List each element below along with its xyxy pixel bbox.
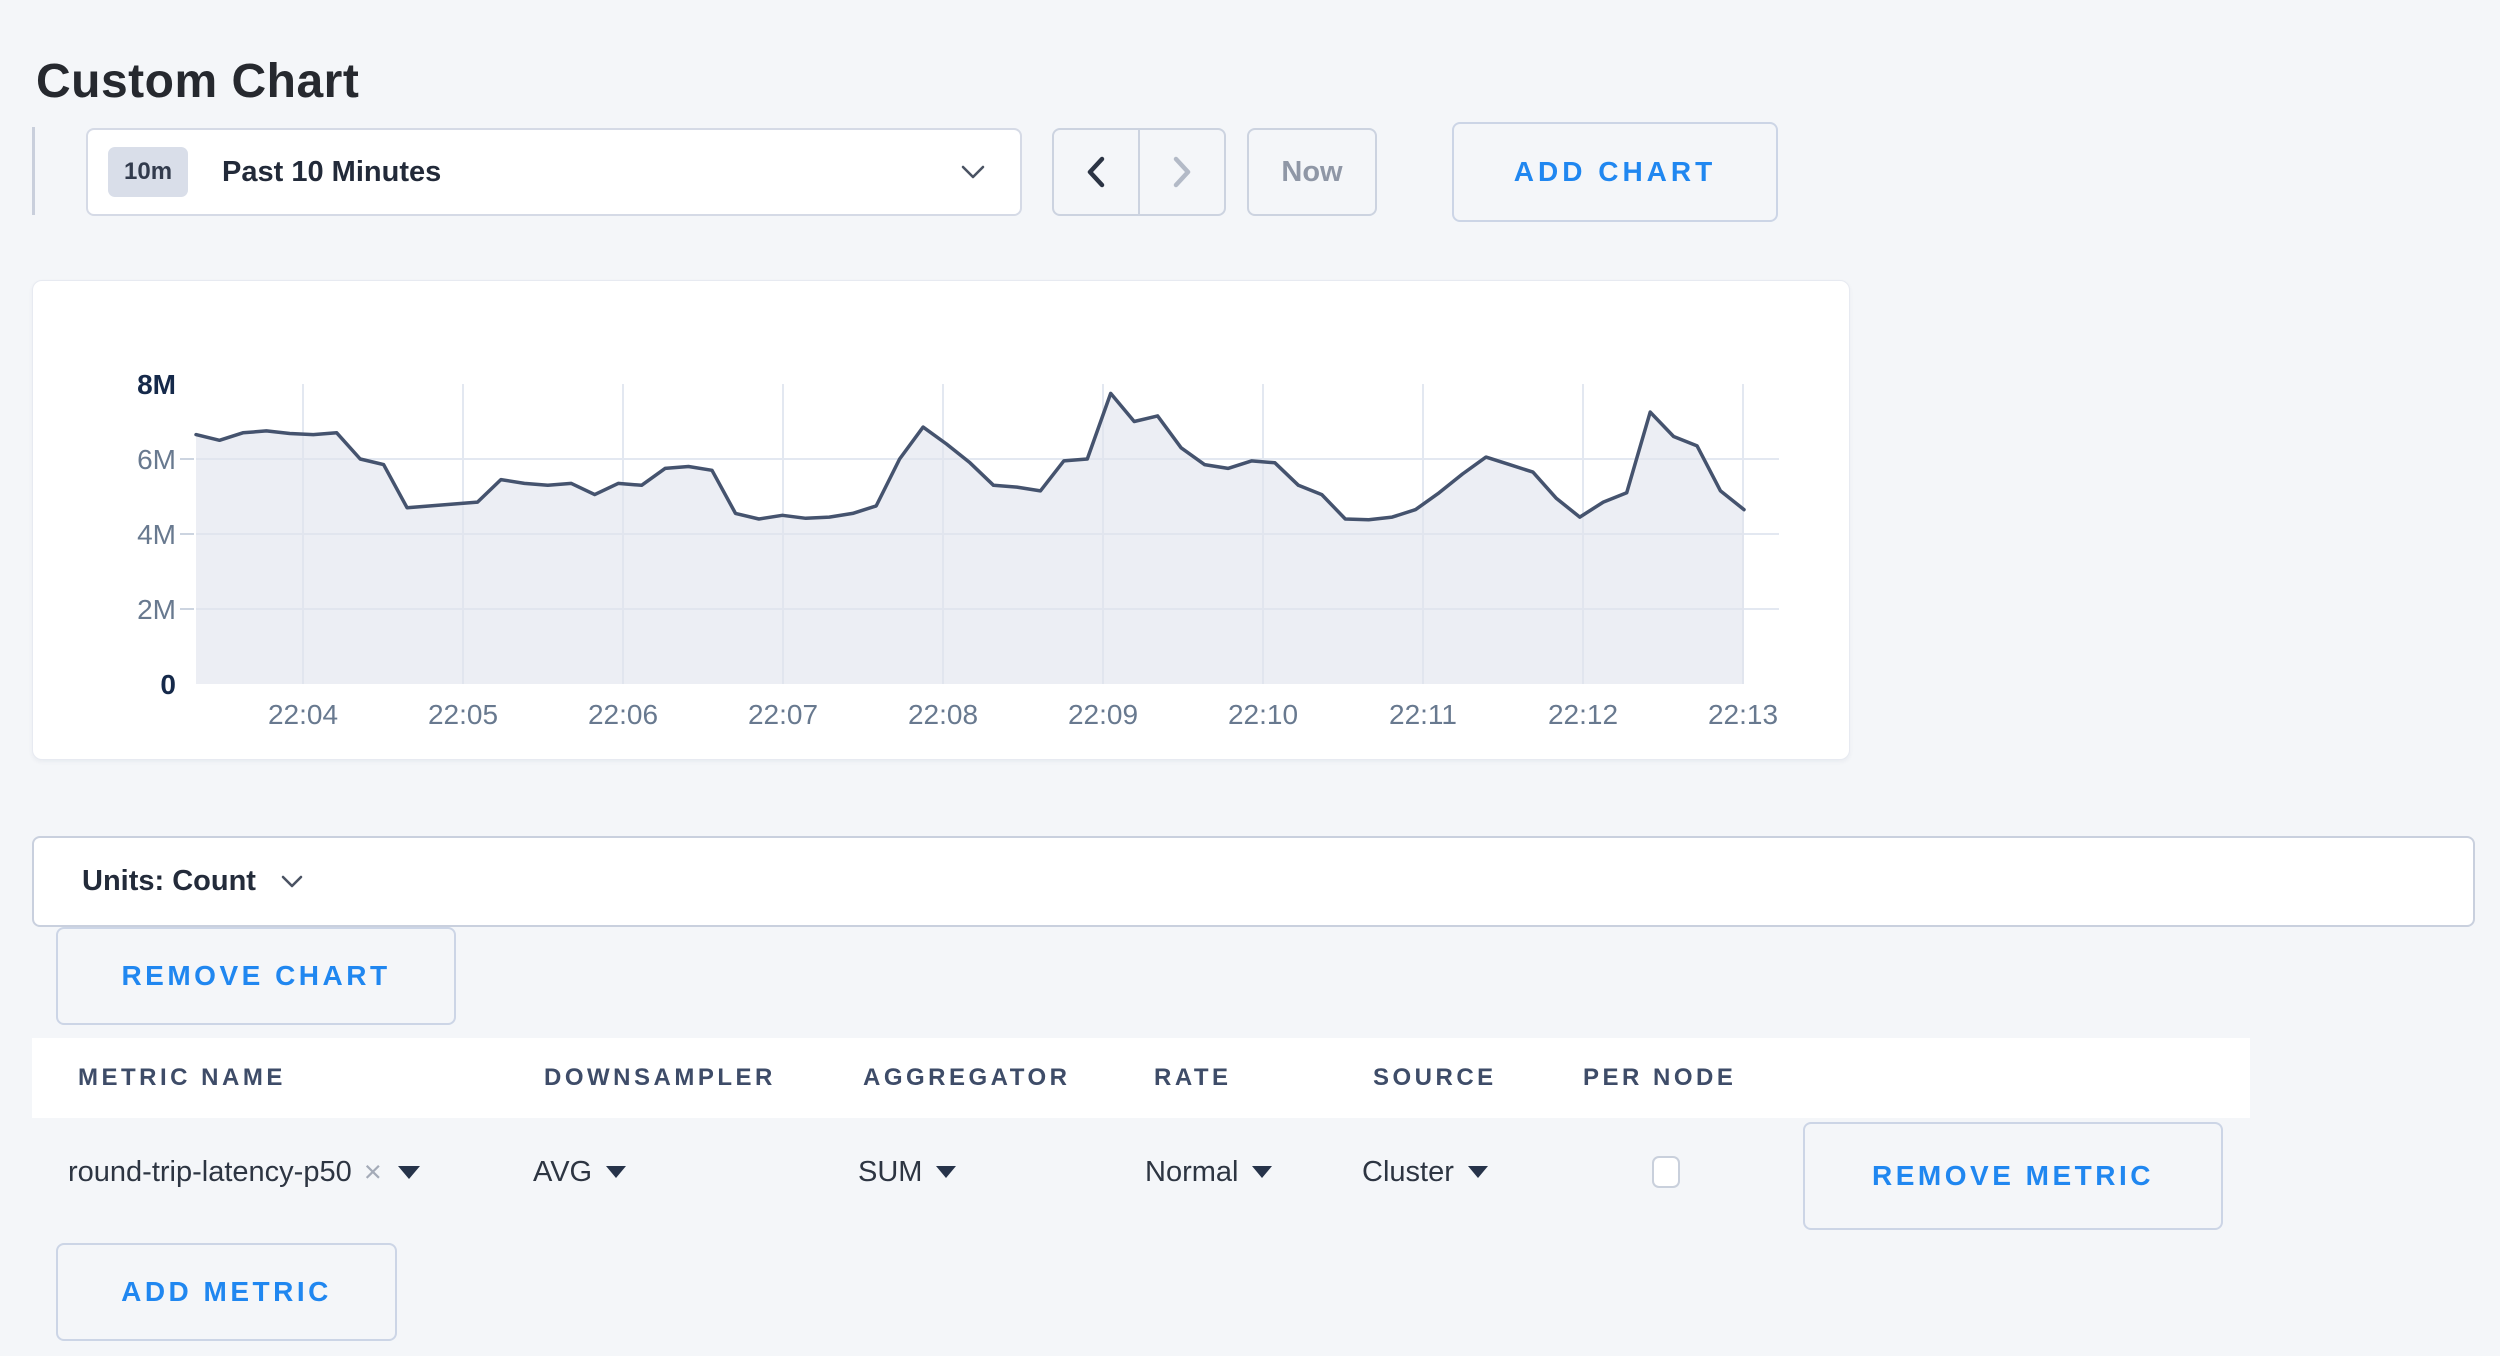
page-title: Custom Chart xyxy=(36,54,359,109)
remove-chart-button[interactable]: REMOVE CHART xyxy=(56,927,456,1025)
source-value: Cluster xyxy=(1362,1156,1454,1189)
remove-metric-label: REMOVE METRIC xyxy=(1872,1160,2154,1192)
column-header-per-node: PER NODE xyxy=(1583,1064,1736,1092)
svg-text:2M: 2M xyxy=(137,594,176,625)
source-select[interactable]: Cluster xyxy=(1362,1148,1488,1196)
toolbar-divider xyxy=(32,127,35,215)
units-label: Units: Count xyxy=(82,865,256,898)
svg-text:22:09: 22:09 xyxy=(1068,699,1138,730)
svg-text:22:10: 22:10 xyxy=(1228,699,1298,730)
svg-text:22:06: 22:06 xyxy=(588,699,658,730)
caret-down-icon xyxy=(1252,1166,1272,1178)
remove-chart-label: REMOVE CHART xyxy=(121,960,390,992)
chevron-left-icon xyxy=(1081,153,1111,191)
rate-select[interactable]: Normal xyxy=(1145,1148,1272,1196)
svg-text:22:07: 22:07 xyxy=(748,699,818,730)
metric-name-select[interactable]: round-trip-latency-p50 × xyxy=(68,1148,420,1196)
chart-card: 0 2M 4M 6M 8M 22:04 22:05 22:06 22:07 22:08 22:09 2… xyxy=(32,280,1850,760)
rate-value: Normal xyxy=(1145,1156,1238,1189)
per-node-checkbox[interactable] xyxy=(1652,1156,1680,1188)
add-metric-button[interactable]: ADD METRIC xyxy=(56,1243,397,1341)
chevron-down-icon xyxy=(280,874,304,889)
svg-text:6M: 6M xyxy=(137,444,176,475)
svg-text:22:13: 22:13 xyxy=(1708,699,1778,730)
caret-down-icon xyxy=(1468,1166,1488,1178)
svg-text:22:11: 22:11 xyxy=(1389,699,1457,730)
chevron-right-icon xyxy=(1167,153,1197,191)
remove-metric-button[interactable]: REMOVE METRIC xyxy=(1803,1122,2223,1230)
caret-down-icon xyxy=(398,1166,420,1179)
add-chart-label: ADD CHART xyxy=(1514,156,1716,188)
time-range-label: Past 10 Minutes xyxy=(222,156,441,189)
svg-text:0: 0 xyxy=(160,669,176,700)
downsampler-value: AVG xyxy=(533,1156,592,1189)
units-select[interactable]: Units: Count xyxy=(32,836,2475,927)
chart-svg: 0 2M 4M 6M 8M 22:04 22:05 22:06 22:07 22:08 22:09 2… xyxy=(33,281,1849,759)
column-header-metric-name: METRIC NAME xyxy=(78,1064,286,1092)
caret-down-icon xyxy=(606,1166,626,1178)
now-button-label: Now xyxy=(1281,156,1342,189)
aggregator-select[interactable]: SUM xyxy=(858,1148,956,1196)
time-range-select[interactable]: 10m Past 10 Minutes xyxy=(86,128,1022,216)
metrics-table-header: METRIC NAME DOWNSAMPLER AGGREGATOR RATE … xyxy=(32,1038,2250,1118)
next-time-button[interactable] xyxy=(1140,130,1224,214)
clear-metric-icon[interactable]: × xyxy=(364,1154,382,1190)
custom-chart-page: { "page": { "title": "Custom Chart", "ba… xyxy=(0,0,2500,1356)
caret-down-icon xyxy=(936,1166,956,1178)
add-chart-button[interactable]: ADD CHART xyxy=(1452,122,1778,222)
add-metric-label: ADD METRIC xyxy=(121,1276,332,1308)
svg-text:22:04: 22:04 xyxy=(268,699,338,730)
svg-text:22:05: 22:05 xyxy=(428,699,498,730)
now-button[interactable]: Now xyxy=(1247,128,1377,216)
metric-name-value: round-trip-latency-p50 xyxy=(68,1156,352,1189)
time-window-badge: 10m xyxy=(108,147,188,197)
column-header-rate: RATE xyxy=(1154,1064,1232,1092)
column-header-downsampler: DOWNSAMPLER xyxy=(544,1064,776,1092)
column-header-aggregator: AGGREGATOR xyxy=(863,1064,1070,1092)
svg-text:8M: 8M xyxy=(137,369,176,400)
svg-text:22:08: 22:08 xyxy=(908,699,978,730)
svg-text:4M: 4M xyxy=(137,519,176,550)
column-header-source: SOURCE xyxy=(1373,1064,1497,1092)
time-pager xyxy=(1052,128,1226,216)
downsampler-select[interactable]: AVG xyxy=(533,1148,626,1196)
chevron-down-icon xyxy=(960,164,986,180)
aggregator-value: SUM xyxy=(858,1156,922,1189)
svg-text:22:12: 22:12 xyxy=(1548,699,1618,730)
prev-time-button[interactable] xyxy=(1054,130,1140,214)
